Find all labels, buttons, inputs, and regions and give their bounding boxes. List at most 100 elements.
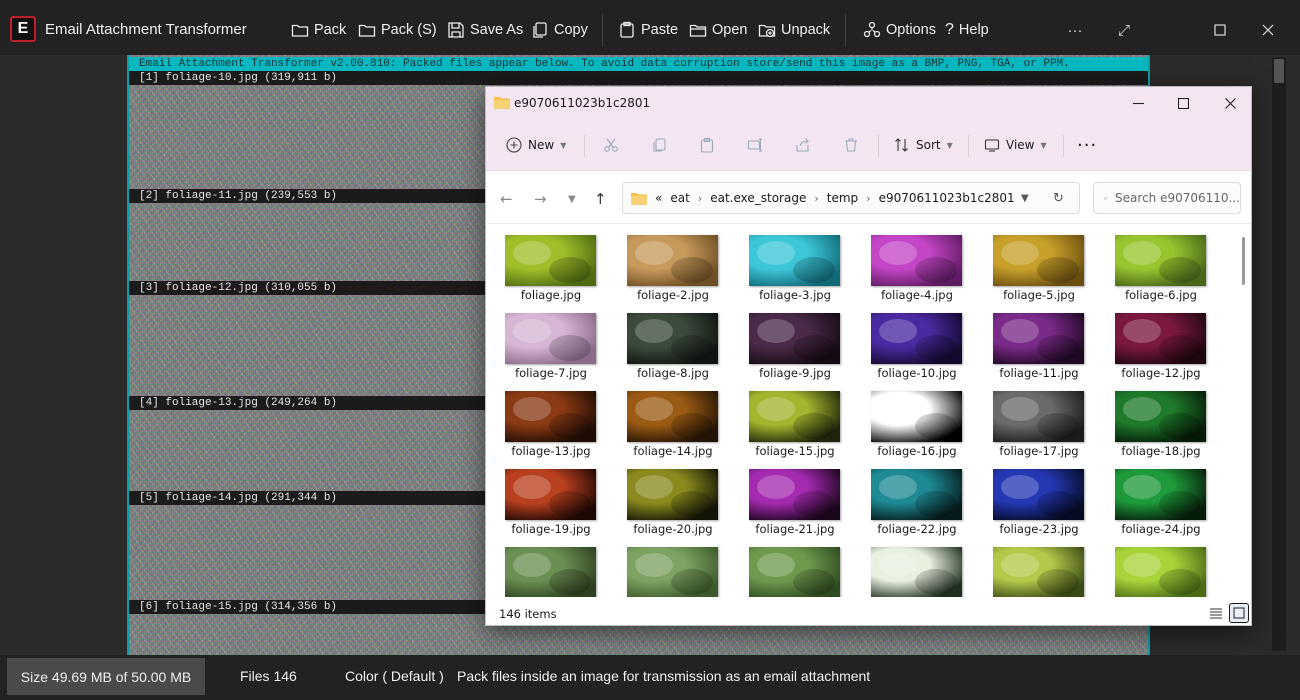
more-options-icon[interactable]: ··· xyxy=(1077,134,1097,156)
maximize-icon[interactable] xyxy=(1209,19,1231,41)
app-title: Email Attachment Transformer xyxy=(45,21,247,38)
file-thumbnail-item[interactable] xyxy=(740,537,850,597)
sort-icon xyxy=(895,138,908,152)
file-thumbnail-item[interactable]: foliage-20.jpg xyxy=(618,459,728,536)
chevron-right-icon: › xyxy=(697,191,703,205)
pack-s-button-label: Pack (S) xyxy=(381,22,437,38)
back-arrow-icon[interactable]: ← xyxy=(500,190,513,208)
app-logo-icon: E xyxy=(10,16,36,42)
cut-icon[interactable] xyxy=(603,134,619,156)
new-button[interactable]: New ▼ xyxy=(506,134,566,156)
pack-button[interactable]: Pack xyxy=(291,19,346,41)
breadcrumb-item[interactable]: e9070611023b1c2801 xyxy=(879,191,1015,205)
file-name: foliage-4.jpg xyxy=(881,288,953,302)
packed-file-label: [1] foliage-10.jpg (319,911 b) xyxy=(129,71,1148,85)
close-icon[interactable] xyxy=(1257,19,1279,41)
more-options-icon[interactable]: ··· xyxy=(1064,19,1086,41)
file-name: foliage-7.jpg xyxy=(515,366,587,380)
recent-chevron-icon[interactable]: ▼ xyxy=(568,194,576,205)
help-button[interactable]: ? Help xyxy=(945,19,989,41)
explorer-address-bar: ← → ▼ ↑ « eat › eat.exe_storage › temp ›… xyxy=(486,172,1251,224)
file-name: foliage-5.jpg xyxy=(1003,288,1075,302)
plus-circle-icon xyxy=(506,137,522,153)
view-button[interactable]: View ▼ xyxy=(984,134,1047,156)
file-thumbnail-item[interactable]: foliage-9.jpg xyxy=(740,303,850,380)
breadcrumb-item[interactable]: eat.exe_storage xyxy=(710,191,806,205)
rename-icon[interactable] xyxy=(747,134,763,156)
breadcrumb-overflow[interactable]: « xyxy=(655,191,662,205)
file-thumbnail-item[interactable]: foliage-23.jpg xyxy=(984,459,1094,536)
sort-button[interactable]: Sort ▼ xyxy=(894,134,953,156)
breadcrumb-item[interactable]: eat xyxy=(670,191,689,205)
up-arrow-icon[interactable]: ↑ xyxy=(594,190,607,208)
address-box[interactable]: « eat › eat.exe_storage › temp › e907061… xyxy=(622,182,1080,214)
file-thumbnail-item[interactable]: foliage-21.jpg xyxy=(740,459,850,536)
close-icon[interactable] xyxy=(1218,93,1242,113)
breadcrumb-item[interactable]: temp xyxy=(827,191,858,205)
options-button[interactable]: Options xyxy=(863,19,936,41)
color-setting[interactable]: Color ( Default ) xyxy=(345,668,444,684)
file-thumbnail-item[interactable]: foliage-5.jpg xyxy=(984,225,1094,302)
image-thumbnail xyxy=(871,469,962,520)
file-thumbnail-item[interactable] xyxy=(984,537,1094,597)
unpack-button[interactable]: Unpack xyxy=(758,19,830,41)
file-thumbnail-item[interactable] xyxy=(496,537,606,597)
file-thumbnail-item[interactable]: foliage-4.jpg xyxy=(862,225,972,302)
refresh-icon[interactable]: ↻ xyxy=(1053,191,1064,206)
minimize-icon[interactable] xyxy=(1126,93,1150,113)
pack-s-button[interactable]: Pack (S) xyxy=(358,19,437,41)
image-thumbnail xyxy=(993,391,1084,442)
forward-arrow-icon[interactable]: → xyxy=(534,190,547,208)
file-thumbnail-item[interactable]: foliage-22.jpg xyxy=(862,459,972,536)
search-input[interactable]: Search e90706110... xyxy=(1093,182,1241,214)
file-thumbnail-item[interactable]: foliage-3.jpg xyxy=(740,225,850,302)
explorer-scrollbar-thumb[interactable] xyxy=(1242,237,1245,285)
command-divider xyxy=(1063,135,1064,157)
file-thumbnail-item[interactable] xyxy=(618,537,728,597)
search-icon xyxy=(1104,196,1107,200)
file-thumbnail-item[interactable]: foliage-2.jpg xyxy=(618,225,728,302)
file-thumbnail-item[interactable] xyxy=(1106,537,1216,597)
file-thumbnail-item[interactable] xyxy=(862,537,972,597)
status-hint: Pack files inside an image for transmiss… xyxy=(457,668,871,684)
sort-button-label: Sort xyxy=(916,138,941,152)
file-name: foliage-12.jpg xyxy=(1121,366,1201,380)
file-thumbnail-item[interactable]: foliage-17.jpg xyxy=(984,381,1094,458)
open-folder-icon xyxy=(689,24,707,37)
details-view-icon[interactable] xyxy=(1206,603,1226,623)
address-dropdown-icon[interactable]: ▼ xyxy=(1021,193,1029,204)
image-thumbnail xyxy=(993,469,1084,520)
copy-icon[interactable] xyxy=(651,134,667,156)
file-thumbnail-item[interactable]: foliage-10.jpg xyxy=(862,303,972,380)
paste-icon[interactable] xyxy=(699,134,715,156)
file-thumbnail-item[interactable]: foliage-14.jpg xyxy=(618,381,728,458)
open-button[interactable]: Open xyxy=(689,19,747,41)
file-name: foliage-10.jpg xyxy=(877,366,957,380)
maximize-icon[interactable] xyxy=(1171,93,1195,113)
tiles-view-icon[interactable] xyxy=(1229,603,1249,623)
save-as-button[interactable]: Save As xyxy=(447,19,523,41)
canvas-scrollbar-thumb[interactable] xyxy=(1274,59,1284,83)
share-icon[interactable] xyxy=(795,134,811,156)
paste-button[interactable]: Paste xyxy=(618,19,678,41)
delete-icon[interactable] xyxy=(843,134,859,156)
file-thumbnail-item[interactable]: foliage-13.jpg xyxy=(496,381,606,458)
file-thumbnail-item[interactable]: foliage-12.jpg xyxy=(1106,303,1216,380)
file-thumbnail-item[interactable]: foliage-24.jpg xyxy=(1106,459,1216,536)
file-thumbnail-item[interactable]: foliage-6.jpg xyxy=(1106,225,1216,302)
file-thumbnail-item[interactable]: foliage-7.jpg xyxy=(496,303,606,380)
folder-icon xyxy=(631,193,647,205)
file-thumbnail-item[interactable]: foliage-11.jpg xyxy=(984,303,1094,380)
file-thumbnail-item[interactable]: foliage-19.jpg xyxy=(496,459,606,536)
file-thumbnail-item[interactable]: foliage-15.jpg xyxy=(740,381,850,458)
image-thumbnail xyxy=(749,547,840,597)
file-thumbnail-item[interactable]: foliage-16.jpg xyxy=(862,381,972,458)
copy-button[interactable]: Copy xyxy=(531,19,588,41)
file-name: foliage-9.jpg xyxy=(759,366,831,380)
canvas-scrollbar[interactable] xyxy=(1272,57,1286,651)
file-name: foliage-14.jpg xyxy=(633,444,713,458)
file-thumbnail-item[interactable]: foliage-18.jpg xyxy=(1106,381,1216,458)
file-thumbnail-item[interactable]: foliage.jpg xyxy=(496,225,606,302)
file-thumbnail-item[interactable]: foliage-8.jpg xyxy=(618,303,728,380)
expand-icon[interactable]: ⤢ xyxy=(1113,19,1135,41)
